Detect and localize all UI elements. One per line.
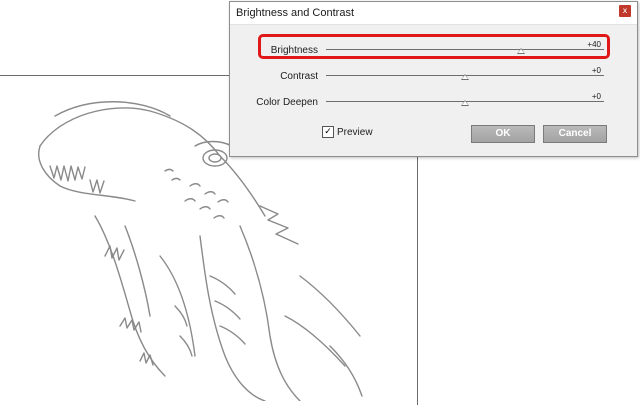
color-deepen-slider[interactable] [326,96,604,108]
contrast-value: +0 [591,66,601,75]
slider-thumb[interactable] [461,100,469,106]
brightness-highlight [258,34,610,59]
contrast-row: Contrast +0 [230,66,637,89]
cancel-button[interactable]: Cancel [543,125,607,143]
slider-thumb[interactable] [461,74,469,80]
preview-label: Preview [337,126,373,138]
color-deepen-label: Color Deepen [256,97,318,108]
brightness-contrast-dialog: Brightness and Contrast x Brightness +40… [229,1,638,157]
close-button[interactable]: x [619,5,631,17]
dialog-title: Brightness and Contrast [236,7,355,19]
contrast-label: Contrast [280,71,318,82]
preview-option[interactable]: ✓ Preview [322,126,373,138]
preview-checkbox[interactable]: ✓ [322,126,334,138]
dialog-titlebar[interactable]: Brightness and Contrast x [230,2,637,25]
ok-button[interactable]: OK [471,125,535,143]
color-deepen-row: Color Deepen +0 [230,92,637,115]
contrast-slider[interactable] [326,70,604,82]
color-deepen-value: +0 [591,92,601,101]
